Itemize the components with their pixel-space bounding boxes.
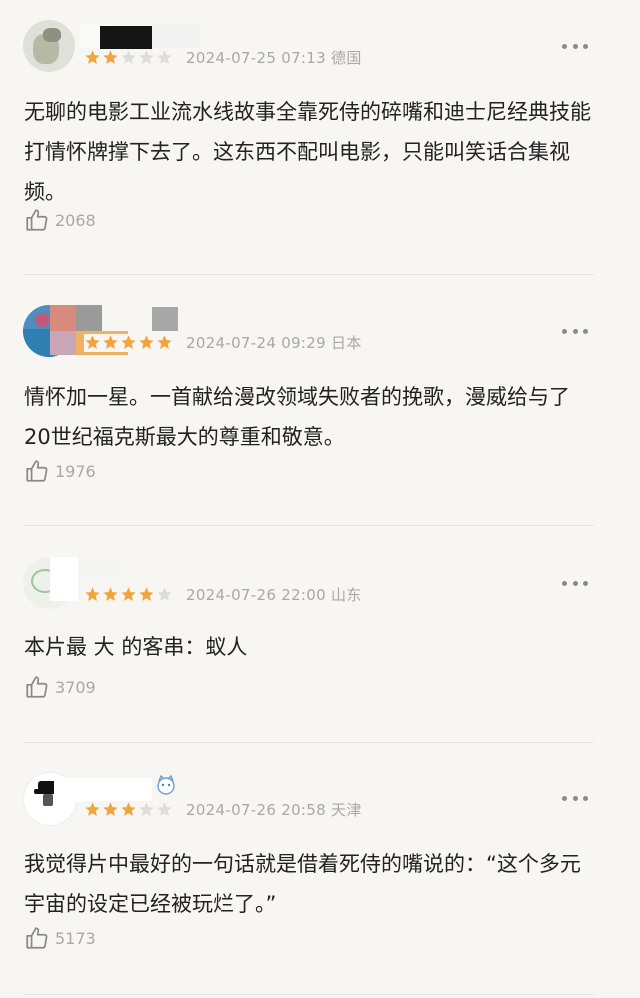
star-empty-icon bbox=[139, 50, 154, 64]
username-mask bbox=[100, 26, 152, 50]
cat-badge-icon bbox=[157, 774, 175, 795]
username-mask bbox=[54, 778, 152, 802]
divider bbox=[24, 274, 594, 275]
star-filled-icon bbox=[103, 335, 118, 349]
like-count: 3709 bbox=[55, 677, 96, 697]
like-button[interactable]: 2068 bbox=[24, 206, 96, 234]
review-meta: 2024-07-26 20:58 天津 bbox=[186, 801, 362, 819]
more-dots-icon[interactable] bbox=[562, 790, 588, 806]
star-filled-icon bbox=[121, 802, 136, 816]
star-filled-icon bbox=[139, 335, 154, 349]
divider bbox=[24, 742, 594, 743]
review-text: 无聊的电影工业流水线故事全靠死侍的碎嘴和迪士尼经典技能打情怀牌撑下去了。这东西不… bbox=[24, 100, 591, 204]
review-text: 本片最 大 的客串：蚁人 bbox=[24, 635, 248, 659]
rating-stars bbox=[84, 334, 173, 352]
review-meta: 2024-07-24 09:29 日本 bbox=[186, 334, 362, 352]
thumbs-up-icon bbox=[26, 460, 48, 482]
divider bbox=[24, 525, 594, 526]
star-filled-icon bbox=[85, 587, 100, 601]
like-count: 1976 bbox=[55, 461, 96, 481]
like-button[interactable]: 5173 bbox=[24, 924, 96, 952]
review-date: 2024-07-26 20:58 bbox=[186, 801, 326, 819]
username-mask bbox=[50, 305, 76, 331]
star-empty-icon bbox=[121, 50, 136, 64]
star-filled-icon bbox=[103, 802, 118, 816]
star-filled-icon bbox=[103, 50, 118, 64]
thumbs-up-icon bbox=[26, 927, 48, 949]
like-count: 5173 bbox=[55, 928, 96, 948]
star-filled-icon bbox=[103, 587, 118, 601]
username-mask bbox=[50, 331, 76, 355]
star-filled-icon bbox=[139, 587, 154, 601]
star-empty-icon bbox=[157, 50, 172, 64]
star-filled-icon bbox=[85, 50, 100, 64]
like-button[interactable]: 3709 bbox=[24, 673, 96, 701]
star-filled-icon bbox=[157, 335, 172, 349]
like-button[interactable]: 1976 bbox=[24, 457, 96, 485]
review-location: 日本 bbox=[331, 334, 362, 352]
username-mask bbox=[152, 307, 178, 331]
star-filled-icon bbox=[85, 802, 100, 816]
star-filled-icon bbox=[121, 335, 136, 349]
review-meta: 2024-07-26 22:00 山东 bbox=[186, 586, 362, 604]
star-empty-icon bbox=[157, 587, 172, 601]
rating-stars bbox=[84, 49, 173, 67]
review-text: 情怀加一星。一首献给漫改领域失败者的挽歌，漫威给与了20世纪福克斯最大的尊重和敬… bbox=[24, 385, 570, 449]
more-dots-icon[interactable] bbox=[562, 323, 588, 339]
star-empty-icon bbox=[157, 802, 172, 816]
review-date: 2024-07-26 22:00 bbox=[186, 586, 326, 604]
review-date: 2024-07-24 09:29 bbox=[186, 334, 326, 352]
divider bbox=[24, 994, 594, 995]
review-location: 德国 bbox=[331, 49, 362, 67]
review-meta: 2024-07-25 07:13 德国 bbox=[186, 49, 362, 67]
rating-stars bbox=[84, 801, 173, 819]
username-mask bbox=[76, 305, 102, 331]
review-date: 2024-07-25 07:13 bbox=[186, 49, 326, 67]
star-filled-icon bbox=[121, 587, 136, 601]
username-mask bbox=[50, 557, 78, 601]
like-count: 2068 bbox=[55, 210, 96, 230]
review-location: 天津 bbox=[331, 801, 362, 819]
review-text: 我觉得片中最好的一句话就是借着死侍的嘴说的：“这个多元宇宙的设定已经被玩烂了。” bbox=[24, 852, 581, 916]
thumbs-up-icon bbox=[26, 676, 48, 698]
thumbs-up-icon bbox=[26, 209, 48, 231]
more-dots-icon[interactable] bbox=[562, 38, 588, 54]
username-mask bbox=[78, 561, 124, 581]
more-dots-icon[interactable] bbox=[562, 575, 588, 591]
star-filled-icon bbox=[85, 335, 100, 349]
avatar[interactable] bbox=[23, 20, 75, 72]
review-location: 山东 bbox=[331, 586, 362, 604]
star-empty-icon bbox=[139, 802, 154, 816]
rating-stars bbox=[84, 586, 173, 604]
username-mask bbox=[152, 24, 200, 48]
